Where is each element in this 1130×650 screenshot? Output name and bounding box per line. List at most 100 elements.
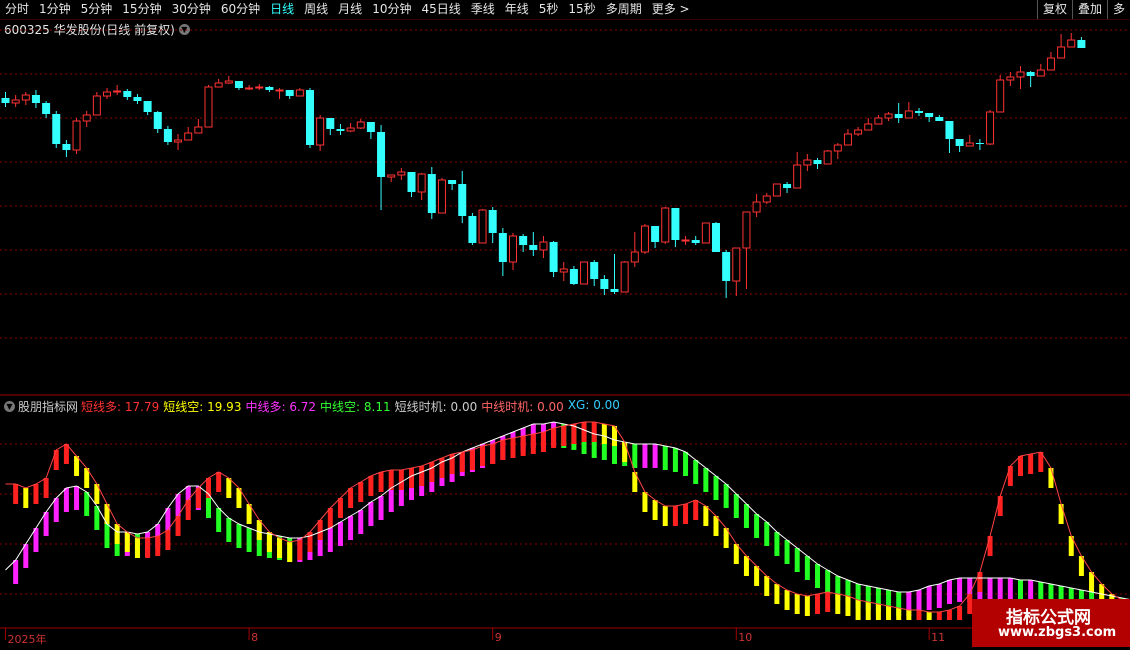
candle-body [549, 242, 558, 272]
candle-body [407, 172, 416, 192]
candle-body [275, 89, 284, 92]
indicator-value: 短线时机: 0.00 [395, 398, 478, 415]
indicator-value-number: 6.72 [285, 400, 317, 414]
candle-body [468, 216, 477, 243]
candle-body [1026, 72, 1035, 76]
candle-body [935, 117, 944, 121]
candle-body [610, 289, 619, 292]
candle-body [143, 101, 152, 112]
candle-body [772, 183, 781, 197]
candle-body [255, 86, 264, 89]
candle-body [742, 211, 751, 249]
candle-body [752, 201, 761, 213]
candle-body [793, 164, 802, 189]
candle-body [62, 144, 71, 150]
candle-body [326, 118, 335, 129]
candle-body [265, 87, 274, 90]
candle-body [712, 223, 720, 252]
indicator-value-number: 0.00 [446, 400, 478, 414]
candle-body [1016, 71, 1025, 78]
candle-body [123, 91, 132, 97]
candle-body [894, 114, 903, 118]
candle-body [204, 86, 213, 128]
candle-body [224, 80, 233, 84]
indicator-value-label: 短线时机: [394, 400, 447, 414]
indicator-value: 中线空: 8.11 [320, 398, 391, 415]
candle-body [397, 171, 406, 176]
x-axis-label: 9 [494, 631, 502, 644]
candle-body [417, 173, 426, 193]
indicator-value: 短线多: 17.79 [81, 398, 159, 415]
candle-body [884, 113, 893, 119]
candle-body [103, 91, 111, 97]
candle-body [285, 90, 294, 96]
candle-body [722, 252, 731, 281]
indicator-value-label: 中线时机: [481, 400, 534, 414]
candle-body [925, 113, 934, 117]
candle-body [762, 195, 771, 203]
candle-body [509, 235, 517, 263]
candle-body [661, 207, 670, 243]
candle-body [681, 239, 690, 242]
candle-body [72, 120, 81, 151]
candle-body [986, 111, 995, 145]
candle-body [163, 129, 172, 142]
indicator-value-label: 短线多: [81, 400, 122, 414]
candle-body [630, 251, 639, 263]
mid-line [5, 421, 1130, 601]
candle-body [580, 261, 589, 285]
candle-body [996, 79, 1005, 113]
candle-body [377, 132, 386, 177]
x-axis-label: 11 [931, 631, 946, 644]
candle-body [366, 122, 375, 132]
chevron-down-icon[interactable]: ▼ [4, 401, 15, 412]
candle-body [346, 127, 355, 132]
candle-body [823, 150, 832, 165]
indicator-value-number: 0.00 [533, 400, 564, 414]
candle-body [874, 117, 883, 125]
candle-body [904, 110, 913, 119]
candle-body [843, 133, 852, 146]
candle-body [783, 184, 792, 188]
candle-body [113, 90, 122, 93]
indicator-value-number: 17.79 [121, 400, 160, 414]
indicator-value-label: XG: [567, 398, 590, 412]
indicator-value: 短线空: 19.93 [163, 398, 241, 415]
candle-body [529, 245, 538, 250]
candle-body [316, 117, 325, 146]
candle-body [21, 94, 30, 101]
candle-body [306, 90, 314, 145]
candle-body [437, 179, 446, 214]
candle-body [519, 236, 528, 245]
candle-body [1077, 40, 1086, 48]
candle-body [42, 103, 51, 114]
x-axis-label: 10 [738, 631, 753, 644]
x-axis-label: 2025年 [7, 633, 47, 646]
candle-body [569, 269, 578, 284]
candle-body [234, 81, 243, 88]
candle-body [1, 98, 10, 103]
candle-body [133, 97, 142, 101]
candle-body [1036, 69, 1045, 77]
indicator-value-label: 中线空: [320, 400, 361, 414]
candle-body [214, 82, 223, 88]
candle-body [387, 174, 396, 178]
candle-body [590, 262, 599, 279]
candle-body [458, 184, 467, 216]
candle-body [498, 233, 507, 262]
candle-body [488, 210, 497, 233]
indicator-value-number: 19.93 [203, 400, 242, 414]
candle-body [600, 279, 609, 289]
candle-body [620, 261, 629, 293]
candle-body [732, 247, 741, 282]
watermark-logo: 指标公式网 www.zbgs3.com [972, 599, 1130, 647]
candle-body [194, 126, 203, 134]
candle-body [854, 129, 863, 135]
indicator-value: XG: 0.00 [568, 398, 620, 415]
indicator-value-label: 短线空: [163, 400, 204, 414]
candle-body [427, 174, 436, 213]
candle-body [955, 139, 964, 146]
indicator-value: 中线时机: 0.00 [481, 398, 564, 415]
candle-body [915, 111, 923, 113]
indicator-values: 短线多: 17.79 短线空: 19.93 中线多: 6.72 中线空: 8.11 短线… [81, 398, 620, 415]
